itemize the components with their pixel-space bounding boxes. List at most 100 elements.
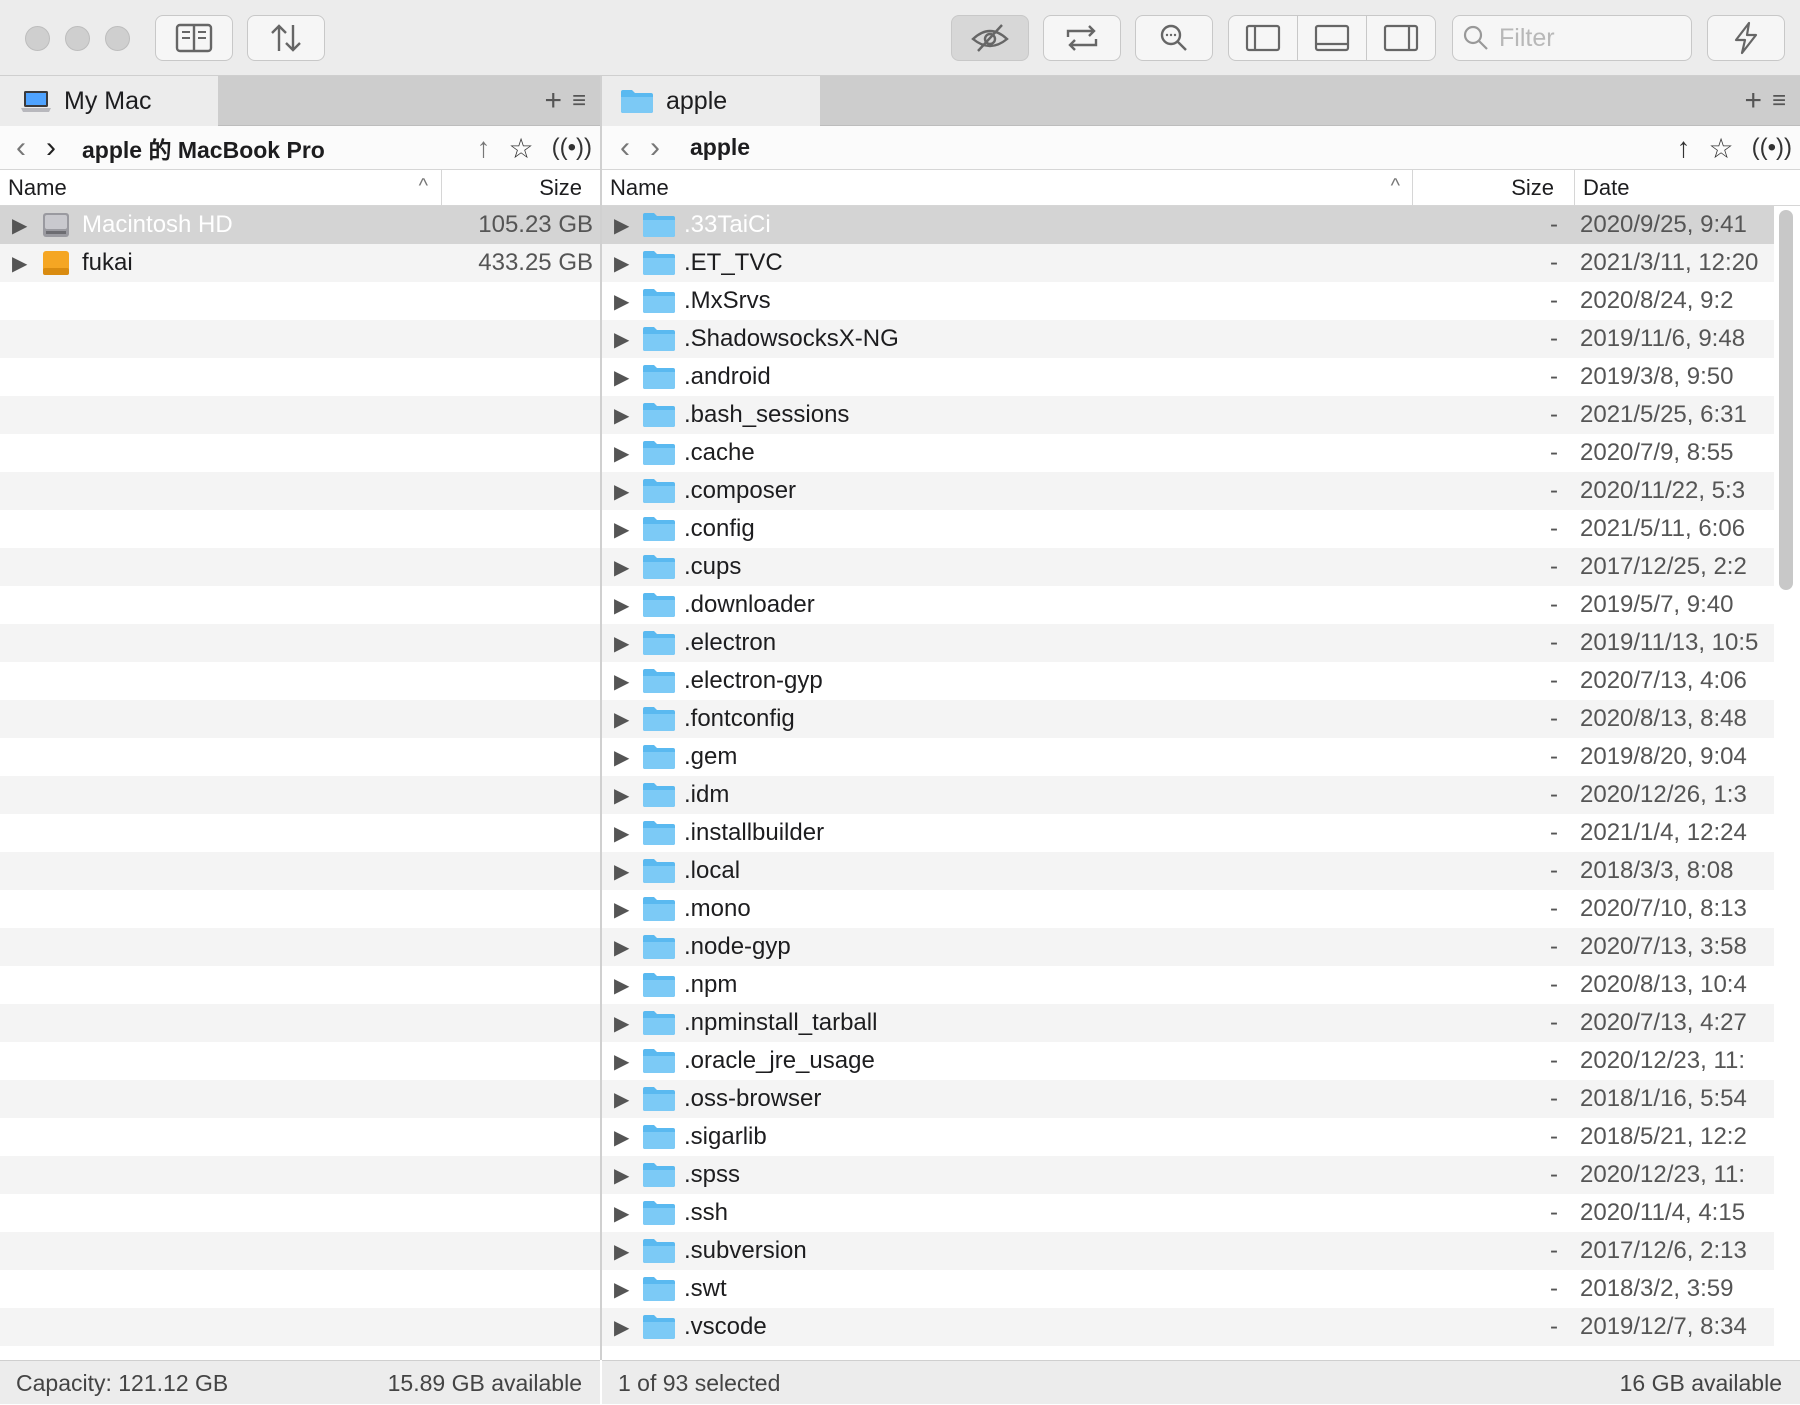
disclosure-triangle-icon[interactable]: ▶ (614, 403, 629, 428)
table-row[interactable]: ▶ .ShadowsocksX-NG -2019/11/6, 9:48 (602, 320, 1774, 358)
right-scrollbar[interactable] (1776, 206, 1796, 1356)
table-row[interactable]: ▶ .sigarlib -2018/5/21, 12:2 (602, 1118, 1774, 1156)
layout-right-button[interactable] (1367, 16, 1435, 60)
disclosure-triangle-icon[interactable]: ▶ (614, 745, 629, 770)
right-date-column-header[interactable]: Date (1574, 170, 1800, 206)
table-row[interactable]: ▶ .idm -2020/12/26, 1:3 (602, 776, 1774, 814)
disclosure-triangle-icon[interactable]: ▶ (614, 1049, 629, 1074)
toggle-panel-button[interactable] (155, 15, 233, 61)
disclosure-triangle-icon[interactable]: ▶ (614, 935, 629, 960)
disclosure-triangle-icon[interactable]: ▶ (614, 1087, 629, 1112)
back-arrow-icon[interactable]: ‹ (610, 131, 640, 165)
disclosure-triangle-icon[interactable]: ▶ (614, 1239, 629, 1264)
table-row[interactable]: ▶ .oss-browser -2018/1/16, 5:54 (602, 1080, 1774, 1118)
table-row[interactable]: ▶ .cups -2017/12/25, 2:2 (602, 548, 1774, 586)
disclosure-triangle-icon[interactable]: ▶ (614, 783, 629, 808)
left-name-column-header[interactable]: Name ^ (8, 170, 438, 206)
table-row[interactable]: ▶ Macintosh HD 105.23 GB (0, 206, 600, 244)
broadcast-icon[interactable]: ((•)) (552, 134, 592, 162)
up-arrow-icon[interactable]: ↑ (1677, 132, 1691, 164)
disclosure-triangle-icon[interactable]: ▶ (614, 707, 629, 732)
table-row[interactable]: ▶ .installbuilder -2021/1/4, 12:24 (602, 814, 1774, 852)
disclosure-triangle-icon[interactable]: ▶ (614, 517, 629, 542)
disclosure-triangle-icon[interactable]: ▶ (614, 631, 629, 656)
quick-action-button[interactable] (1707, 15, 1785, 61)
sort-button[interactable] (247, 15, 325, 61)
table-row[interactable]: ▶ .gem -2019/8/20, 9:04 (602, 738, 1774, 776)
table-row[interactable]: ▶ .MxSrvs -2020/8/24, 9:2 (602, 282, 1774, 320)
disclosure-triangle-icon[interactable]: ▶ (614, 441, 629, 466)
disclosure-triangle-icon[interactable]: ▶ (614, 973, 629, 998)
disclosure-triangle-icon[interactable]: ▶ (614, 1011, 629, 1036)
disclosure-triangle-icon[interactable]: ▶ (614, 859, 629, 884)
disclosure-triangle-icon[interactable]: ▶ (614, 555, 629, 580)
left-size-column-header[interactable]: Size (441, 170, 600, 206)
forward-arrow-icon[interactable]: › (36, 131, 66, 165)
table-row[interactable]: ▶ .bash_sessions -2021/5/25, 6:31 (602, 396, 1774, 434)
star-icon[interactable]: ☆ (509, 132, 534, 165)
disclosure-triangle-icon[interactable]: ▶ (614, 1163, 629, 1188)
layout-bottom-button[interactable] (1298, 16, 1367, 60)
star-icon[interactable]: ☆ (1709, 132, 1734, 165)
table-row[interactable]: ▶ .fontconfig -2020/8/13, 8:48 (602, 700, 1774, 738)
table-row[interactable]: ▶ .33TaiCi -2020/9/25, 9:41 (602, 206, 1774, 244)
table-row[interactable]: ▶ .mono -2020/7/10, 8:13 (602, 890, 1774, 928)
forward-arrow-icon[interactable]: › (640, 131, 670, 165)
tab-menu-icon[interactable]: ≡ (1772, 87, 1786, 115)
zoom-window-button[interactable] (105, 26, 130, 51)
filter-input[interactable] (1497, 22, 1681, 54)
table-row[interactable]: ▶ .npminstall_tarball -2020/7/13, 4:27 (602, 1004, 1774, 1042)
toggle-hidden-files-button[interactable] (951, 15, 1029, 61)
disclosure-triangle-icon[interactable]: ▶ (614, 1125, 629, 1150)
disclosure-triangle-icon[interactable]: ▶ (614, 669, 629, 694)
table-row[interactable]: ▶ .electron-gyp -2020/7/13, 4:06 (602, 662, 1774, 700)
disclosure-triangle-icon[interactable]: ▶ (12, 213, 27, 238)
disclosure-triangle-icon[interactable]: ▶ (614, 213, 629, 238)
table-row[interactable]: ▶ .node-gyp -2020/7/13, 3:58 (602, 928, 1774, 966)
tab-menu-icon[interactable]: ≡ (572, 87, 586, 115)
disclosure-triangle-icon[interactable]: ▶ (614, 289, 629, 314)
table-row[interactable]: ▶ .oracle_jre_usage -2020/12/23, 11: (602, 1042, 1774, 1080)
add-tab-icon[interactable]: + (1744, 84, 1762, 118)
right-tab[interactable]: apple (602, 76, 820, 126)
disclosure-triangle-icon[interactable]: ▶ (614, 593, 629, 618)
right-name-column-header[interactable]: Name ^ (610, 170, 1410, 206)
table-row[interactable]: ▶ .electron -2019/11/13, 10:5 (602, 624, 1774, 662)
layout-left-button[interactable] (1229, 16, 1298, 60)
disclosure-triangle-icon[interactable]: ▶ (614, 1315, 629, 1340)
disclosure-triangle-icon[interactable]: ▶ (12, 251, 27, 276)
table-row[interactable]: ▶ .downloader -2019/5/7, 9:40 (602, 586, 1774, 624)
table-row[interactable]: ▶ .cache -2020/7/9, 8:55 (602, 434, 1774, 472)
table-row[interactable]: ▶ .local -2018/3/3, 8:08 (602, 852, 1774, 890)
table-row[interactable]: ▶ .swt -2018/3/2, 3:59 (602, 1270, 1774, 1308)
table-row[interactable]: ▶ .android -2019/3/8, 9:50 (602, 358, 1774, 396)
broadcast-icon[interactable]: ((•)) (1752, 134, 1792, 162)
search-button[interactable] (1135, 15, 1213, 61)
close-window-button[interactable] (25, 26, 50, 51)
disclosure-triangle-icon[interactable]: ▶ (614, 897, 629, 922)
sync-button[interactable] (1043, 15, 1121, 61)
table-row[interactable]: ▶ .vscode -2019/12/7, 8:34 (602, 1308, 1774, 1346)
right-size-column-header[interactable]: Size (1412, 170, 1574, 206)
disclosure-triangle-icon[interactable]: ▶ (614, 1201, 629, 1226)
table-row[interactable]: ▶ fukai 433.25 GB (0, 244, 600, 282)
table-row[interactable]: ▶ .config -2021/5/11, 6:06 (602, 510, 1774, 548)
table-row[interactable]: ▶ .spss -2020/12/23, 11: (602, 1156, 1774, 1194)
left-tab[interactable]: My Mac (0, 76, 218, 126)
table-row[interactable]: ▶ .ET_TVC -2021/3/11, 12:20 (602, 244, 1774, 282)
disclosure-triangle-icon[interactable]: ▶ (614, 365, 629, 390)
scrollbar-thumb[interactable] (1779, 210, 1793, 590)
table-row[interactable]: ▶ .npm -2020/8/13, 10:4 (602, 966, 1774, 1004)
table-row[interactable]: ▶ .subversion -2017/12/6, 2:13 (602, 1232, 1774, 1270)
back-arrow-icon[interactable]: ‹ (6, 131, 36, 165)
disclosure-triangle-icon[interactable]: ▶ (614, 327, 629, 352)
table-row[interactable]: ▶ .ssh -2020/11/4, 4:15 (602, 1194, 1774, 1232)
add-tab-icon[interactable]: + (544, 84, 562, 118)
disclosure-triangle-icon[interactable]: ▶ (614, 1277, 629, 1302)
table-row[interactable]: ▶ .composer -2020/11/22, 5:3 (602, 472, 1774, 510)
disclosure-triangle-icon[interactable]: ▶ (614, 821, 629, 846)
minimize-window-button[interactable] (65, 26, 90, 51)
disclosure-triangle-icon[interactable]: ▶ (614, 479, 629, 504)
disclosure-triangle-icon[interactable]: ▶ (614, 251, 629, 276)
up-arrow-icon[interactable]: ↑ (477, 132, 491, 164)
